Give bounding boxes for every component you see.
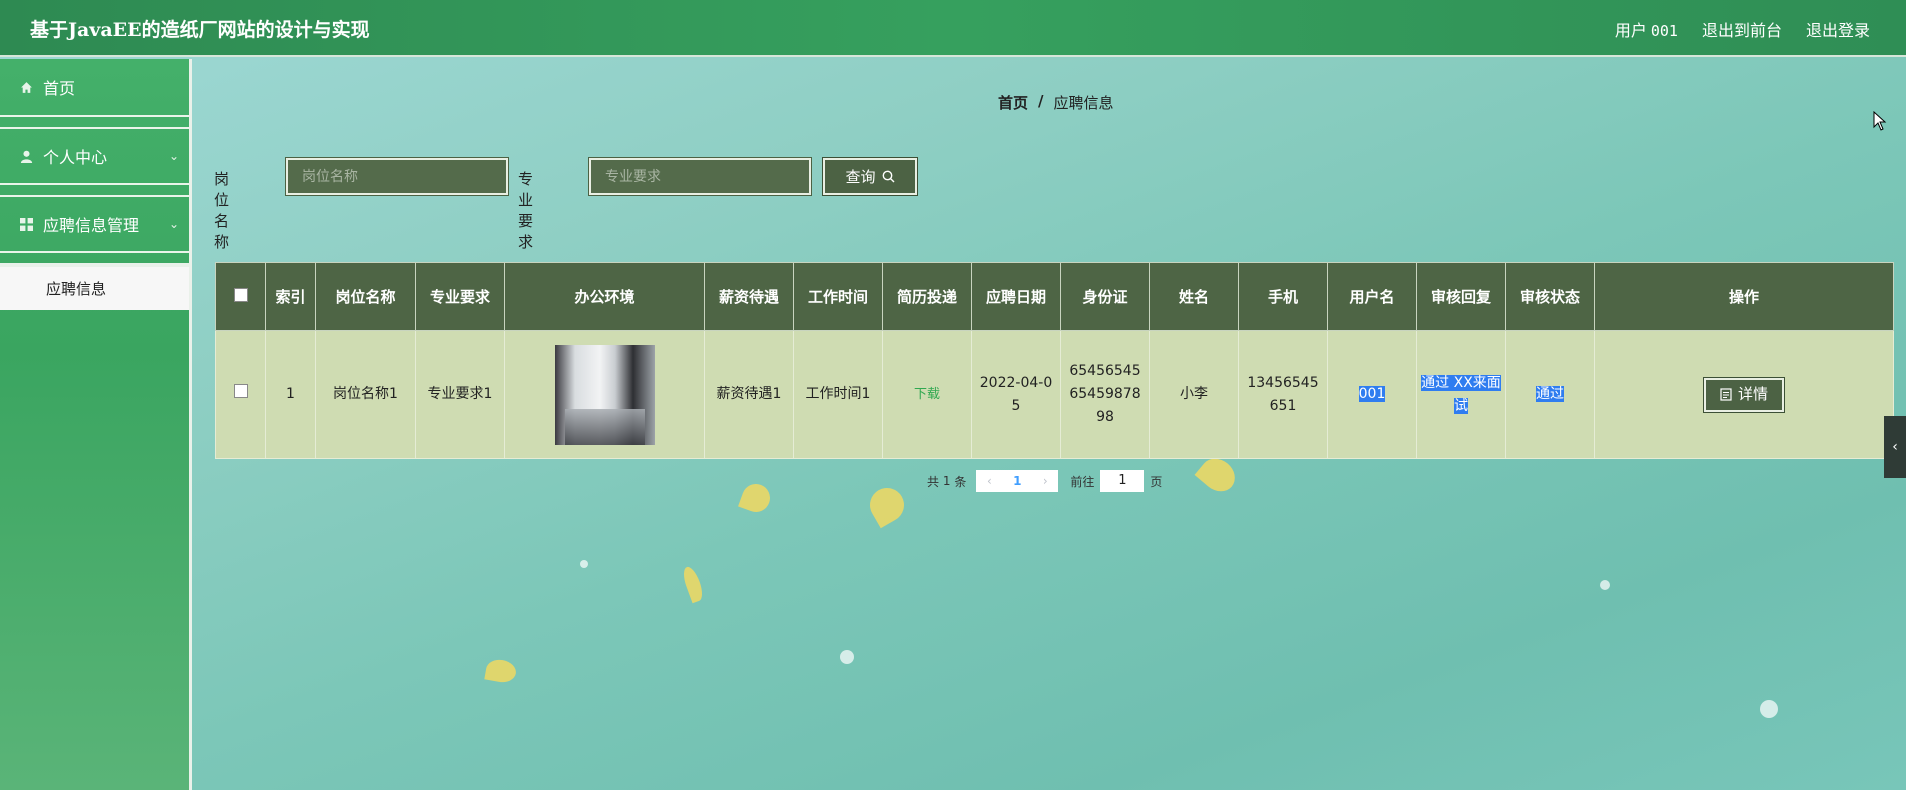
requirement-search-input[interactable] <box>588 157 812 196</box>
table-header-row: 索引 岗位名称 专业要求 办公环境 薪资待遇 工作时间 简历投递 应聘日期 身份… <box>215 262 1894 331</box>
applications-table: 索引 岗位名称 专业要求 办公环境 薪资待遇 工作时间 简历投递 应聘日期 身份… <box>215 262 1894 459</box>
sidebar-item-label: 个人中心 <box>43 148 108 167</box>
position-search-input[interactable] <box>285 157 509 196</box>
requirement-label: 专业要求 <box>518 170 534 251</box>
search-button[interactable]: 查询 <box>822 157 918 196</box>
column-header: 索引 <box>265 262 316 331</box>
sidebar-item-profile[interactable]: 个人中心 ⌄ <box>0 127 189 185</box>
flower-decoration <box>863 481 911 529</box>
username-value: 001 <box>1358 386 1386 402</box>
column-header: 用户名 <box>1327 262 1417 331</box>
column-header: 简历投递 <box>882 262 972 331</box>
mouse-cursor-icon <box>1873 111 1887 131</box>
column-header: 操作 <box>1594 262 1894 331</box>
column-header: 审核状态 <box>1505 262 1595 331</box>
chevron-down-icon: ⌄ <box>168 217 179 231</box>
page-suffix: 页 <box>1150 474 1163 489</box>
breadcrumb-home[interactable]: 首页 <box>998 92 1028 113</box>
sidebar-item-application-management[interactable]: 应聘信息管理 ⌄ <box>0 195 189 253</box>
cell-username: 001 <box>1327 330 1417 459</box>
goto-page-input[interactable]: 1 <box>1100 470 1145 492</box>
exit-to-front-link[interactable]: 退出到前台 <box>1702 17 1782 41</box>
column-header: 应聘日期 <box>971 262 1061 331</box>
search-button-label: 查询 <box>845 168 876 186</box>
column-header: 岗位名称 <box>315 262 416 331</box>
bubble-decoration <box>1760 700 1778 718</box>
row-select-cell <box>215 330 266 459</box>
column-header: 审核回复 <box>1416 262 1506 331</box>
breadcrumb-current: 应聘信息 <box>1053 94 1114 112</box>
bubble-decoration <box>580 560 588 568</box>
grid-icon <box>20 217 33 231</box>
logout-link[interactable]: 退出登录 <box>1806 17 1870 41</box>
total-suffix: 条 <box>954 474 967 489</box>
detail-button-label: 详情 <box>1737 385 1768 403</box>
cell-status: 通过 <box>1505 330 1595 459</box>
column-header: 身份证 <box>1060 262 1150 331</box>
app-title: 基于JavaEE的造纸厂网站的设计与实现 <box>30 19 370 41</box>
cell-date: 2022-04-05 <box>971 330 1061 459</box>
cell-id-card: 654565456545987898 <box>1060 330 1150 459</box>
current-user: 用户 001 <box>1615 17 1678 41</box>
user-name: 001 <box>1650 22 1678 40</box>
total-prefix: 共 <box>927 474 940 489</box>
cell-position: 岗位名称1 <box>315 330 416 459</box>
sidebar-item-label: 首页 <box>43 79 76 98</box>
home-icon <box>21 81 32 93</box>
select-all-checkbox[interactable] <box>233 287 248 302</box>
flower-decoration <box>680 564 706 604</box>
cell-requirement: 专业要求1 <box>415 330 505 459</box>
side-drawer-toggle[interactable]: ‹ <box>1884 416 1906 478</box>
select-all-header <box>215 262 266 331</box>
flower-decoration <box>738 480 774 516</box>
goto-label: 前往 <box>1070 474 1095 489</box>
cell-phone: 13456545651 <box>1238 330 1328 459</box>
column-header: 姓名 <box>1149 262 1239 331</box>
office-photo[interactable] <box>554 344 655 445</box>
page-number[interactable]: 1 <box>1013 474 1021 488</box>
cell-name: 小李 <box>1149 330 1239 459</box>
resume-download-link[interactable]: 下载 <box>914 387 940 402</box>
sidebar-item-home[interactable]: 首页 <box>0 59 189 117</box>
column-header: 工作时间 <box>793 262 883 331</box>
flower-decoration <box>484 657 518 685</box>
cell-salary: 薪资待遇1 <box>704 330 794 459</box>
column-header: 薪资待遇 <box>704 262 794 331</box>
position-label: 岗位名称 <box>214 170 230 251</box>
breadcrumb: 首页 / 应聘信息 <box>998 92 1114 113</box>
column-header: 专业要求 <box>415 262 505 331</box>
prev-page-icon[interactable]: ‹ <box>987 474 992 488</box>
user-icon <box>20 150 33 163</box>
document-icon <box>1720 388 1732 401</box>
chevron-left-icon: ‹ <box>1892 439 1898 455</box>
cell-action: 详情 <box>1594 330 1894 459</box>
top-navbar: 基于JavaEE的造纸厂网站的设计与实现 用户 001 退出到前台 退出登录 <box>0 0 1906 57</box>
cell-index: 1 <box>265 330 316 459</box>
breadcrumb-separator: / <box>1038 92 1044 110</box>
column-header: 手机 <box>1238 262 1328 331</box>
sidebar-item-label: 应聘信息管理 <box>43 216 140 235</box>
top-links: 用户 001 退出到前台 退出登录 <box>1615 17 1870 41</box>
cell-reply: 通过 XX来面试 <box>1416 330 1506 459</box>
table-row: 1 岗位名称1 专业要求1 薪资待遇1 工作时间1 下载 2022-04-05 … <box>215 330 1894 459</box>
search-icon <box>882 170 894 183</box>
total-count: 1 <box>942 474 951 488</box>
sidebar-subitem-applications[interactable]: 应聘信息 <box>0 263 189 310</box>
pagination: 共 1 条 ‹ 1 › 前往 1 页 <box>927 470 1162 492</box>
row-checkbox[interactable] <box>233 384 248 398</box>
cell-work-time: 工作时间1 <box>793 330 883 459</box>
reply-value: 通过 XX来面试 <box>1421 374 1501 414</box>
next-page-icon[interactable]: › <box>1043 474 1048 488</box>
user-label: 用户 <box>1614 21 1647 40</box>
cell-office-environment <box>504 330 705 459</box>
chevron-down-icon: ⌄ <box>168 149 179 163</box>
bubble-decoration <box>1600 580 1610 590</box>
cell-resume: 下载 <box>882 330 972 459</box>
bubble-decoration <box>840 650 854 664</box>
column-header: 办公环境 <box>504 262 705 331</box>
detail-button[interactable]: 详情 <box>1703 376 1785 413</box>
status-value: 通过 <box>1536 386 1564 402</box>
pager-controls: ‹ 1 › <box>976 470 1059 492</box>
sidebar: 首页 个人中心 ⌄ 应聘信息管理 ⌄ 应聘信息 <box>0 59 192 790</box>
